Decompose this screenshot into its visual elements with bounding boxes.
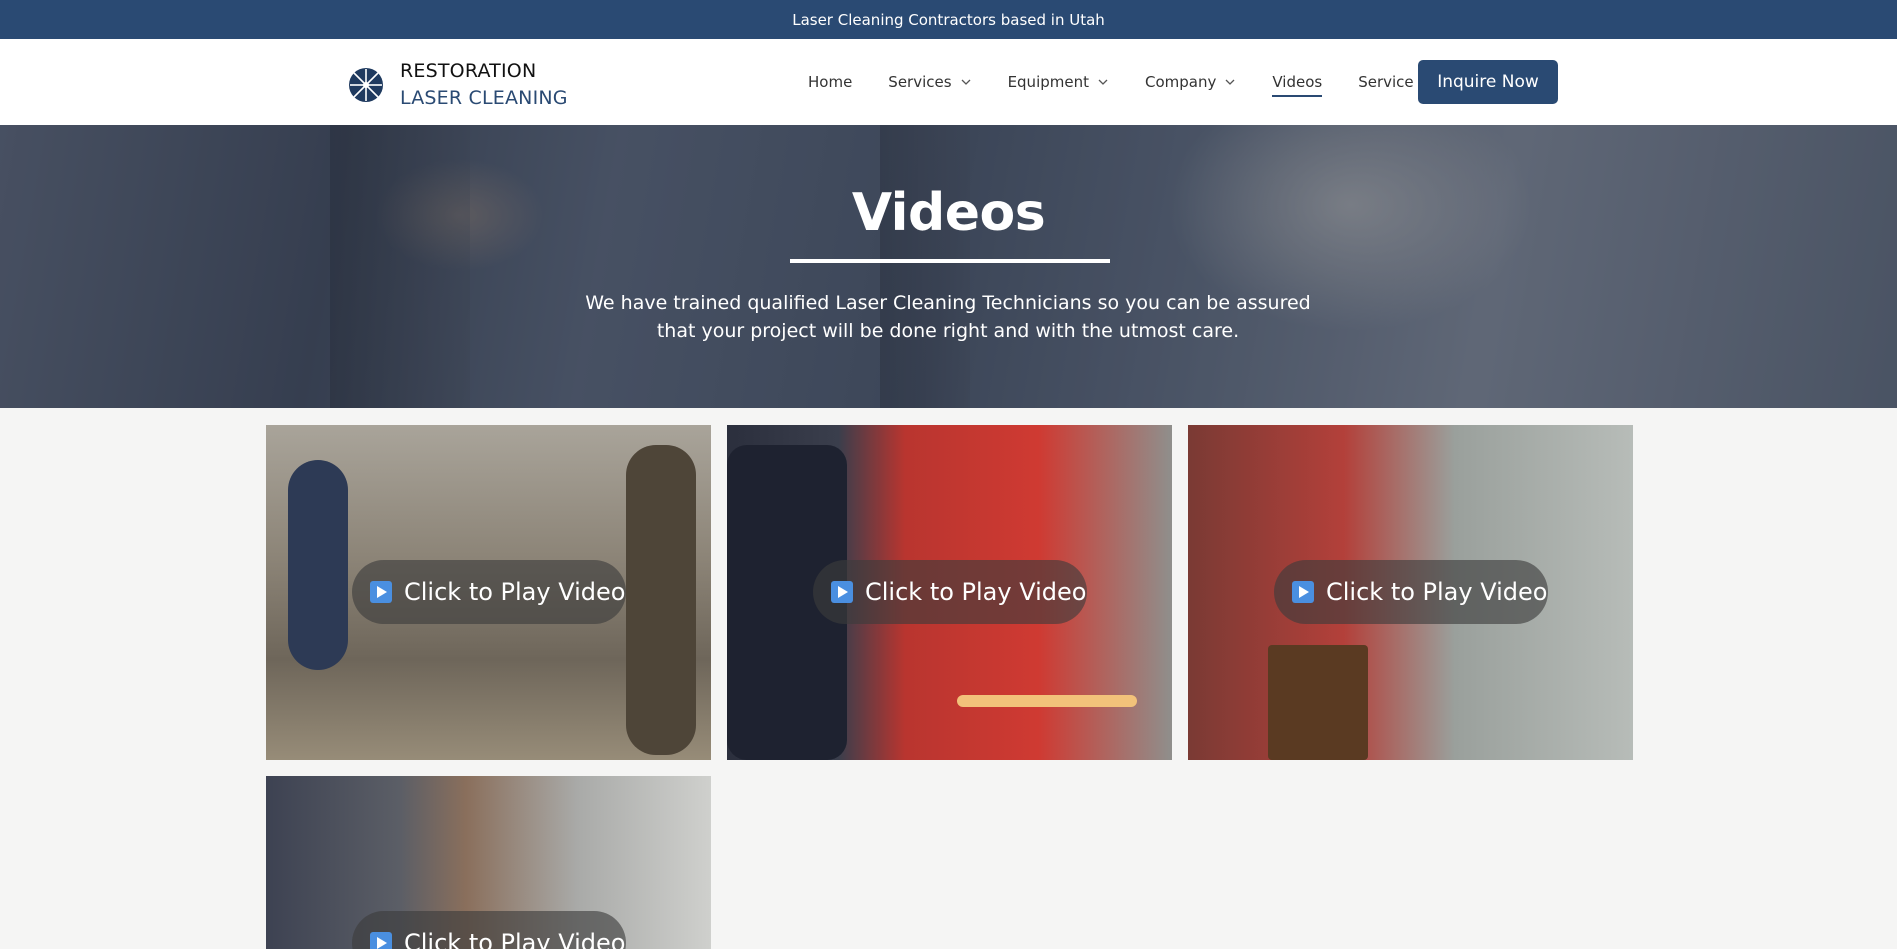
video-thumbnail-figure — [626, 445, 696, 755]
play-video-button[interactable]: Click to Play Video — [813, 560, 1087, 624]
announcement-bar: Laser Cleaning Contractors based in Utah — [0, 0, 1897, 39]
play-video-button[interactable]: Click to Play Video — [352, 911, 626, 949]
nav-item-company[interactable]: Company — [1145, 67, 1236, 97]
play-icon — [831, 581, 853, 603]
nav-item-label: Equipment — [1007, 73, 1089, 91]
video-card[interactable]: Click to Play Video — [727, 425, 1172, 760]
video-thumbnail-figure — [288, 460, 348, 670]
play-video-label: Click to Play Video — [404, 929, 626, 949]
logo-line-2: LASER CLEANING — [400, 87, 568, 109]
video-card[interactable]: Click to Play Video — [266, 776, 711, 949]
chevron-down-icon — [1225, 79, 1235, 85]
play-icon — [370, 932, 392, 949]
play-video-label: Click to Play Video — [1326, 578, 1548, 606]
site-header: RESTORATION LASER CLEANING Home Services… — [0, 39, 1897, 125]
play-icon — [1292, 581, 1314, 603]
hero-banner: Videos We have trained qualified Laser C… — [0, 125, 1897, 408]
site-logo[interactable]: RESTORATION LASER CLEANING — [348, 58, 568, 112]
inquire-now-button[interactable]: Inquire Now — [1418, 60, 1558, 104]
play-icon — [370, 581, 392, 603]
video-thumbnail-object — [1268, 645, 1368, 760]
chevron-down-icon — [1098, 79, 1108, 85]
nav-item-equipment[interactable]: Equipment — [1008, 67, 1109, 97]
nav-item-home[interactable]: Home — [808, 67, 852, 97]
video-card[interactable]: Click to Play Video — [1188, 425, 1633, 760]
play-video-button[interactable]: Click to Play Video — [1274, 560, 1548, 624]
nav-item-videos[interactable]: Videos — [1272, 67, 1322, 97]
video-card[interactable]: Click to Play Video — [266, 425, 711, 760]
hero-overlay — [0, 125, 1897, 408]
hero-description: We have trained qualified Laser Cleaning… — [585, 292, 1311, 342]
nav-item-label: Videos — [1272, 73, 1323, 91]
nav-item-services[interactable]: Services — [888, 67, 971, 97]
title-divider — [790, 259, 1110, 263]
logo-icon — [349, 68, 383, 102]
chevron-down-icon — [961, 79, 971, 85]
play-video-label: Click to Play Video — [404, 578, 626, 606]
nav-item-label: Home — [808, 73, 853, 91]
nav-item-label: Services — [888, 73, 952, 91]
play-video-label: Click to Play Video — [865, 578, 1087, 606]
video-thumbnail-sparks — [957, 695, 1137, 707]
nav-item-label: Company — [1145, 73, 1217, 91]
play-video-button[interactable]: Click to Play Video — [352, 560, 626, 624]
logo-line-1: RESTORATION — [400, 60, 537, 82]
main-nav: Home Services Equipment Company Videos S… — [808, 39, 1473, 125]
page-title: Videos — [851, 183, 1046, 243]
announcement-text: Laser Cleaning Contractors based in Utah — [792, 10, 1105, 29]
